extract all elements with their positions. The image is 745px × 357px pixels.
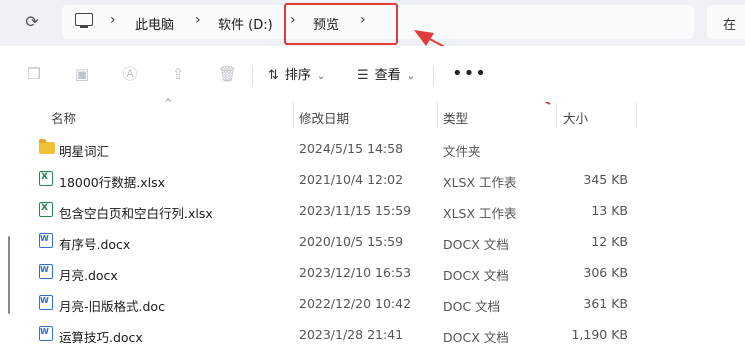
delete-icon[interactable]: 🗑	[218, 66, 237, 82]
file-date: 2020/10/5 15:59	[299, 234, 404, 249]
file-name: 明星词汇	[59, 144, 110, 159]
sort-ascending-icon: ^	[164, 98, 173, 109]
chevron-down-icon: ⌄	[406, 71, 416, 82]
sort-icon: ⇅	[268, 68, 279, 83]
column-type[interactable]: 类型	[443, 108, 468, 127]
excel-file-icon	[39, 171, 53, 186]
toolbar-divider	[252, 66, 253, 86]
file-size: 1,190 KB	[571, 327, 628, 342]
file-name: 月亮.docx	[59, 268, 118, 283]
rename-icon[interactable]: Ⓐ	[122, 66, 138, 82]
file-date: 2022/12/20 10:42	[299, 296, 412, 311]
word-file-icon	[39, 264, 53, 279]
file-type: XLSX 工作表	[443, 175, 517, 190]
column-divider[interactable]	[293, 102, 294, 128]
file-type: DOCX 文档	[443, 330, 509, 345]
view-button[interactable]: ☰ 查看 ⌄	[357, 64, 415, 83]
column-date[interactable]: 修改日期	[299, 108, 349, 127]
file-type: 文件夹	[443, 144, 481, 159]
file-date: 2023/12/10 16:53	[299, 265, 412, 280]
chevron-down-icon: ⌄	[316, 71, 326, 82]
word-file-icon	[39, 295, 53, 310]
more-options-button[interactable]: •••	[452, 63, 487, 84]
file-type: DOC 文档	[443, 299, 501, 314]
file-row[interactable]: 月亮-旧版格式.doc 2022/12/20 10:42 DOC 文档 361 …	[18, 288, 745, 319]
file-name: 月亮-旧版格式.doc	[59, 299, 165, 314]
file-row[interactable]: 18000行数据.xlsx 2021/10/4 12:02 XLSX 工作表 3…	[18, 164, 745, 195]
file-date: 2021/10/4 12:02	[299, 172, 404, 187]
file-name: 包含空白页和空白行列.xlsx	[59, 206, 213, 221]
share-icon[interactable]: ⇪	[170, 66, 186, 82]
file-type: DOCX 文档	[443, 268, 509, 283]
paste-icon[interactable]: ▣	[74, 66, 90, 82]
column-header: 名称 ^ 修改日期 类型 大小	[18, 98, 745, 128]
column-divider[interactable]	[556, 102, 557, 128]
file-row[interactable]: 月亮.docx 2023/12/10 16:53 DOCX 文档 306 KB	[18, 257, 745, 288]
command-toolbar: ❐ ▣ Ⓐ ⇪ 🗑 ⇅ 排序 ⌄ ☰ 查看 ⌄ •••	[0, 46, 745, 102]
file-name: 18000行数据.xlsx	[59, 175, 166, 190]
file-date: 2024/5/15 14:58	[299, 141, 404, 156]
sort-button[interactable]: ⇅ 排序 ⌄	[268, 64, 325, 83]
column-size[interactable]: 大小	[563, 108, 588, 127]
file-size: 13 KB	[591, 203, 628, 218]
file-date: 2023/1/28 21:41	[299, 327, 404, 342]
excel-file-icon	[39, 202, 53, 217]
folder-icon	[39, 139, 55, 154]
file-name: 运算技巧.docx	[59, 330, 143, 345]
file-row-folder[interactable]: 明星词汇 2024/5/15 14:58 文件夹	[18, 133, 745, 164]
file-row[interactable]: 包含空白页和空白行列.xlsx 2023/11/15 15:59 XLSX 工作…	[18, 195, 745, 226]
file-date: 2023/11/15 15:59	[299, 203, 412, 218]
file-size: 12 KB	[591, 234, 628, 249]
file-size: 345 KB	[583, 172, 628, 187]
column-name[interactable]: 名称	[51, 108, 76, 127]
file-type: DOCX 文档	[443, 237, 509, 252]
word-file-icon	[39, 326, 53, 341]
file-type: XLSX 工作表	[443, 206, 517, 221]
file-name: 有序号.docx	[59, 237, 131, 252]
view-label: 查看	[374, 68, 401, 83]
vertical-scrollbar[interactable]	[8, 236, 10, 314]
file-row[interactable]: 运算技巧.docx 2023/1/28 21:41 DOCX 文档 1,190 …	[18, 319, 745, 350]
view-icon: ☰	[357, 68, 369, 83]
file-size: 361 KB	[583, 296, 628, 311]
sort-label: 排序	[284, 68, 311, 83]
file-size: 306 KB	[583, 265, 628, 280]
column-divider[interactable]	[636, 102, 637, 128]
toolbar-divider	[433, 66, 434, 86]
copy-icon[interactable]: ❐	[26, 66, 42, 82]
column-divider[interactable]	[437, 102, 438, 128]
file-row[interactable]: 有序号.docx 2020/10/5 15:59 DOCX 文档 12 KB	[18, 226, 745, 257]
word-file-icon	[39, 233, 53, 248]
